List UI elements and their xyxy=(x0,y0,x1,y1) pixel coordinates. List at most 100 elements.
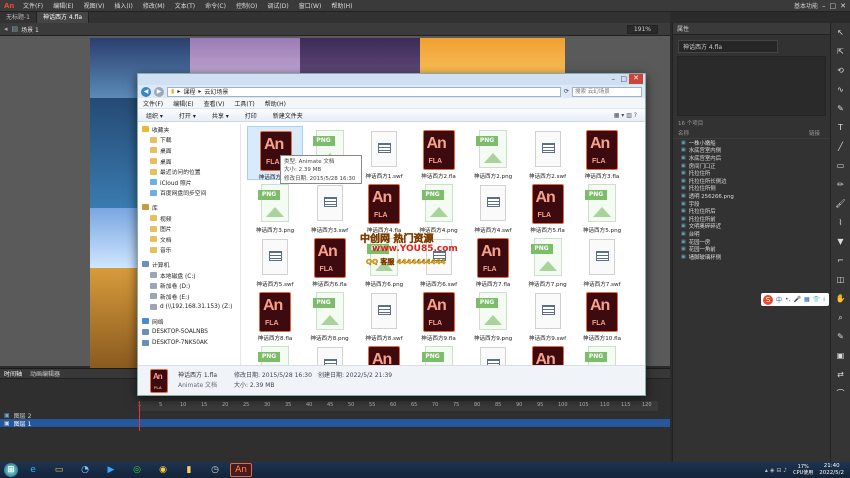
explorer-menu-item[interactable]: 帮助(H) xyxy=(260,99,291,108)
lasso-icon[interactable]: ∿ xyxy=(831,80,850,99)
snap-icon[interactable]: ⌒ xyxy=(831,384,850,403)
file-item-png[interactable]: PNG 神话西方2.png xyxy=(465,126,521,180)
command-button[interactable]: 共享 ▾ xyxy=(204,111,237,120)
nav-item-disk[interactable]: 新加卷 (D:) xyxy=(138,280,240,291)
fill-color-icon[interactable]: ▣ xyxy=(831,346,850,365)
file-item-png[interactable]: PNG xyxy=(411,342,467,365)
file-item-fla[interactable]: An FLA 神话西方3.fla xyxy=(574,126,630,180)
minimize-icon[interactable]: – xyxy=(822,2,826,10)
command-button[interactable]: 打开 ▾ xyxy=(171,111,204,120)
file-item-png[interactable]: PNG 神话西方4.png xyxy=(411,180,467,234)
nav-item-pc[interactable]: DESKTOP-7NKS0AK xyxy=(138,337,240,348)
nav-item-folder[interactable]: 最近访问的位置 xyxy=(138,166,240,177)
nav-item-pc[interactable]: DESKTOP-5OALNBS xyxy=(138,327,240,338)
nav-item-folder[interactable]: 文档 xyxy=(138,234,240,245)
library-item[interactable]: ▣ 透明 256266.png xyxy=(681,192,830,200)
breadcrumb-item[interactable]: 云幻场景 xyxy=(204,87,228,96)
workspace-label[interactable]: 基本功能 xyxy=(794,1,818,10)
stroke-color-icon[interactable]: ✎ xyxy=(831,327,850,346)
file-item-png[interactable]: PNG 神话西方5.png xyxy=(574,180,630,234)
line-tool-icon[interactable]: ╱ xyxy=(831,137,850,156)
layer-name[interactable]: 图层 1 xyxy=(14,419,32,428)
nav-item-folder[interactable]: 音乐 xyxy=(138,245,240,256)
nav-item-star[interactable]: 收藏夹 xyxy=(138,124,240,135)
nav-item-pc[interactable]: 计算机 xyxy=(138,259,240,270)
ime-punct-icon[interactable]: •, xyxy=(785,296,790,303)
select-tool-icon[interactable]: ↖ xyxy=(831,23,850,42)
menu-item[interactable]: 视图(V) xyxy=(79,1,110,10)
clock-time[interactable]: 21:40 xyxy=(819,463,844,470)
menu-item[interactable]: 编辑(E) xyxy=(48,1,78,10)
text-tool-icon[interactable]: T xyxy=(831,118,850,137)
file-item-swf[interactable]: 神话西方9.swf xyxy=(520,288,576,342)
folder-task-icon[interactable]: ▮ xyxy=(178,463,200,477)
media-icon[interactable]: ▶ xyxy=(100,463,122,477)
back-button[interactable]: ◀ xyxy=(141,86,151,97)
eraser-icon[interactable]: ◫ xyxy=(831,270,850,289)
tab-motion-editor[interactable]: 动画编辑器 xyxy=(30,369,60,378)
nav-item-folder[interactable]: 桌面 xyxy=(138,145,240,156)
recorder-icon[interactable]: ◷ xyxy=(204,463,226,477)
bone-tool-icon[interactable]: ⌇ xyxy=(831,213,850,232)
zoom-tool-icon[interactable]: ⌕ xyxy=(831,308,850,327)
command-button[interactable]: 新建文件夹 xyxy=(265,111,311,120)
free-transform-icon[interactable]: ⟲ xyxy=(831,61,850,80)
menu-item[interactable]: 窗口(W) xyxy=(294,1,327,10)
nav-item-cloud[interactable]: 百度网盘同步空间 xyxy=(138,188,240,199)
menu-item[interactable]: 帮助(H) xyxy=(326,1,357,10)
menu-item[interactable]: 插入(I) xyxy=(109,1,137,10)
ime-mic-icon[interactable]: 🎤 xyxy=(793,296,800,303)
menu-item[interactable]: 文本(T) xyxy=(170,1,200,10)
explorer-minimize-icon[interactable]: – xyxy=(612,75,616,83)
nav-item-folder[interactable]: 图片 xyxy=(138,223,240,234)
file-item-swf[interactable]: 神话西方1.swf xyxy=(356,126,412,180)
file-item-png[interactable]: PNG 神话西方7.png xyxy=(520,234,576,288)
nav-item-lib[interactable]: 库 xyxy=(138,202,240,213)
menu-item[interactable]: 调试(D) xyxy=(262,1,293,10)
nav-item-disk[interactable]: 新加卷 (E:) xyxy=(138,291,240,302)
playhead[interactable] xyxy=(139,401,140,431)
maximize-icon[interactable]: □ xyxy=(830,2,837,10)
explorer-titlebar[interactable]: – □ ✕ xyxy=(138,74,645,85)
menu-item[interactable]: 修改(M) xyxy=(138,1,170,10)
ime-grid-icon[interactable]: ⁞ xyxy=(823,296,825,303)
address-bar[interactable]: ▮ ▸ 课程 ▸ 云幻场景 xyxy=(167,86,561,97)
animate-task-icon[interactable]: An xyxy=(230,463,252,477)
library-item[interactable]: ▣ 文明奥碎碎近 xyxy=(681,223,830,230)
refresh-icon[interactable]: ⟳ xyxy=(564,88,569,95)
close-icon[interactable]: ✕ xyxy=(840,2,846,10)
file-item-fla[interactable]: An FLA 神话西方9.fla xyxy=(411,288,467,342)
file-item-fla[interactable]: AnFLA xyxy=(520,342,576,365)
file-item-png[interactable]: PNG 神话西方9.png xyxy=(465,288,521,342)
menu-item[interactable]: 命令(C) xyxy=(200,1,231,10)
file-item-fla[interactable]: An FLA 神话西方10.fla xyxy=(574,288,630,342)
file-item-swf[interactable] xyxy=(465,342,521,365)
file-item-fla[interactable]: An FLA 神话西方8.fla xyxy=(247,288,303,342)
pencil-icon[interactable]: ✏ xyxy=(831,175,850,194)
ime-shirt-icon[interactable]: 👕 xyxy=(813,296,820,303)
nav-item-disk[interactable]: d (\\192.168.31.153) (Z:) xyxy=(138,302,240,313)
brush-icon[interactable]: 🖌 xyxy=(831,194,850,213)
menu-item[interactable]: 文件(F) xyxy=(18,1,48,10)
command-button[interactable]: 打印 xyxy=(237,111,265,120)
layer-row-2[interactable]: ▣ 图层 2 xyxy=(0,411,670,420)
clock-date[interactable]: 2022/5/2 xyxy=(819,470,844,477)
file-item-fla[interactable]: An FLA 神话西方6.fla xyxy=(302,234,358,288)
file-item-swf[interactable]: 神话西方8.swf xyxy=(356,288,412,342)
eyedropper-icon[interactable]: ⌐ xyxy=(831,251,850,270)
forward-button[interactable]: ▶ xyxy=(154,86,164,97)
search-app-icon[interactable]: ◔ xyxy=(74,463,96,477)
tray-icons[interactable]: ▴ ◈ ⊟ ♪ xyxy=(765,467,787,474)
file-item-swf[interactable] xyxy=(302,342,358,365)
nav-item-folder[interactable]: 视频 xyxy=(138,213,240,224)
file-item-fla[interactable]: An FLA 神话西方4.fla xyxy=(356,180,412,234)
tab-active-doc[interactable]: 神话西方 4.fla xyxy=(36,12,90,23)
swap-colors-icon[interactable]: ⇄ xyxy=(831,365,850,384)
ime-kbd-icon[interactable]: ▦ xyxy=(804,296,810,303)
back-arrow-icon[interactable]: ◂ xyxy=(0,25,12,33)
ime-mode[interactable]: 中 xyxy=(776,295,782,304)
explorer-menu-item[interactable]: 工具(T) xyxy=(229,99,259,108)
library-item[interactable]: ▣ 墙脚玻璃杯侧 xyxy=(681,253,830,261)
breadcrumb-item[interactable]: 课程 xyxy=(183,87,195,96)
file-item-swf[interactable]: 神话西方4.swf xyxy=(465,180,521,234)
